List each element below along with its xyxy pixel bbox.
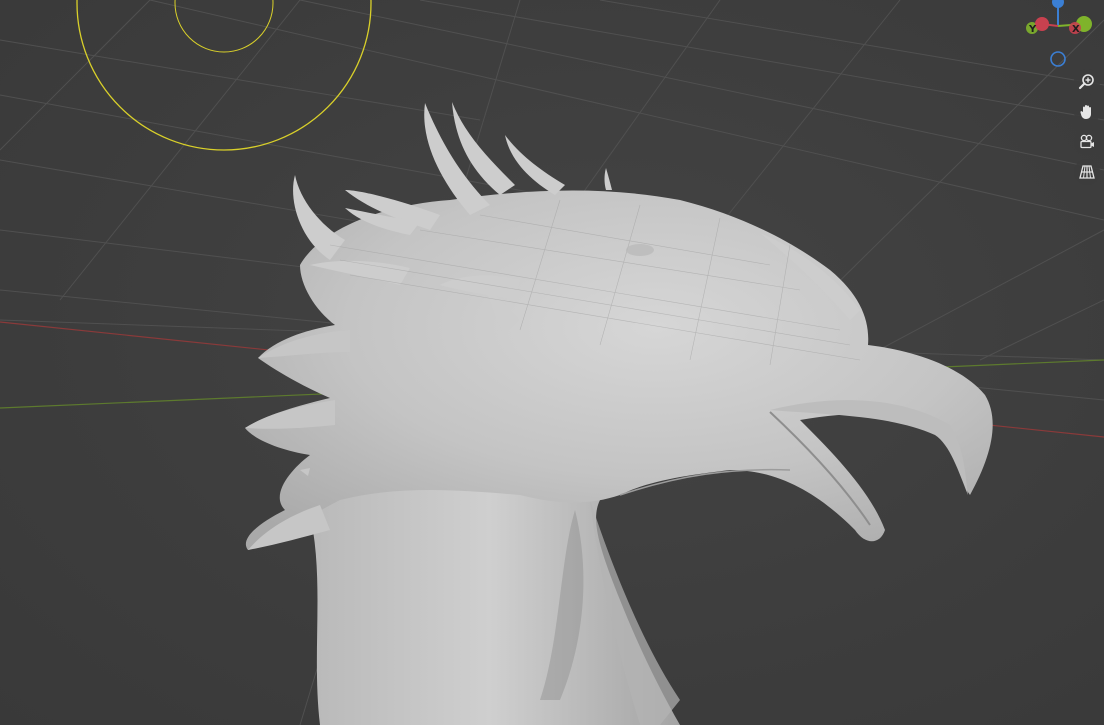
- z-axis-handle[interactable]: [1052, 0, 1064, 8]
- zoom-icon: [1078, 74, 1094, 90]
- camera-icon: [1080, 134, 1094, 149]
- zoom-button[interactable]: [1074, 69, 1100, 95]
- navigation-gizmo[interactable]: Y X: [1020, 0, 1104, 72]
- camera-view-button[interactable]: [1074, 129, 1100, 155]
- viewport-scene: [0, 0, 1104, 725]
- hand-icon: [1080, 105, 1091, 119]
- 3d-viewport[interactable]: Y X: [0, 0, 1104, 725]
- pan-button[interactable]: [1074, 99, 1100, 125]
- x-axis-handle[interactable]: [1035, 17, 1049, 31]
- ortho-toggle-button[interactable]: [1074, 159, 1100, 185]
- grid-icon: [1079, 165, 1095, 179]
- z-axis-handle-negative[interactable]: [1050, 51, 1066, 67]
- y-axis-label: Y: [1028, 24, 1037, 35]
- x-axis-label: X: [1072, 24, 1080, 35]
- sculpt-brush-cursor: [76, 0, 372, 151]
- eagle-sculpt-model: [245, 102, 993, 725]
